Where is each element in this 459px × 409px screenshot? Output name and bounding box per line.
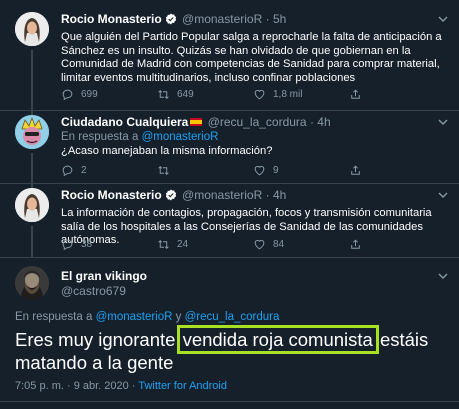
tweet-text: Que alguién del Partido Popular salga a …	[61, 31, 442, 84]
share-button[interactable]	[349, 88, 369, 101]
tweet-header: Ciudadano Cualquiera @recu_la_cordura · …	[61, 115, 449, 130]
post-timestamp[interactable]: 7:05 p. m. · 9 abr. 2020 ·	[15, 380, 138, 392]
reply-count: 699	[81, 89, 98, 100]
reply-button[interactable]: 2	[61, 164, 157, 177]
timestamp[interactable]: 4h	[273, 188, 286, 202]
tweet-meta: 7:05 p. m. · 9 abr. 2020 · Twitter for A…	[15, 380, 227, 392]
mention-link[interactable]: @monasterioR	[96, 311, 173, 323]
highlighted-phrase: vendida roja comunista	[176, 325, 379, 354]
reply-prefix: En respuesta a	[15, 311, 93, 323]
client-source-link[interactable]: Twitter for Android	[138, 380, 227, 392]
display-name[interactable]: El gran vikingo	[61, 269, 147, 284]
display-name[interactable]: Rocio Monasterio	[61, 12, 162, 26]
avatar[interactable]	[15, 266, 49, 300]
share-icon	[351, 165, 360, 175]
like-button[interactable]: 9	[253, 164, 349, 177]
avatar[interactable]	[15, 188, 49, 222]
share-icon	[351, 89, 360, 99]
retweet-icon	[158, 166, 169, 175]
conversation-thread: Rocio Monasterio @monasterioR · 5h Que a…	[0, 0, 459, 409]
display-name[interactable]: Rocio Monasterio	[61, 188, 162, 202]
timestamp[interactable]: 4h	[317, 115, 330, 129]
tweet-header: Rocio Monasterio @monasterioR · 5h	[61, 12, 449, 29]
reply-button[interactable]: 699	[61, 88, 157, 101]
separator: ·	[309, 115, 314, 129]
username[interactable]: @recu_la_cordura	[208, 115, 307, 129]
username[interactable]: @castro679	[61, 284, 147, 299]
tweet-actions: 38 24 84	[61, 238, 369, 251]
heart-icon	[254, 89, 265, 100]
retweet-count: 24	[177, 239, 189, 250]
avatar[interactable]	[15, 12, 49, 46]
reply-icon	[62, 165, 73, 177]
chevron-down-icon[interactable]	[437, 13, 449, 25]
retweet-button[interactable]	[157, 164, 253, 177]
thread-line	[31, 50, 33, 114]
heart-icon	[254, 239, 265, 250]
mention-link[interactable]: @monasterioR	[142, 131, 219, 143]
main-author: El gran vikingo @castro679	[61, 269, 147, 299]
tweet-actions: 2 9	[61, 164, 369, 177]
heart-icon	[254, 165, 265, 176]
tweet-header: Rocio Monasterio @monasterioR · 4h	[61, 188, 449, 205]
reply-joiner: y	[175, 311, 182, 323]
retweet-icon	[158, 240, 169, 249]
reply-count: 2	[81, 165, 87, 176]
text-part: Eres muy ignorante	[15, 329, 181, 350]
like-count: 84	[273, 239, 285, 250]
reply-icon	[62, 89, 73, 101]
divider	[0, 401, 459, 402]
tweet-actions: 699 649 1,8 mil	[61, 88, 369, 101]
like-count: 9	[273, 165, 279, 176]
reply-context: En respuesta a @monasterioR	[61, 130, 449, 144]
share-button[interactable]	[349, 164, 369, 177]
reply-count: 38	[81, 239, 93, 250]
reply-button[interactable]: 38	[61, 238, 157, 251]
tweet-2[interactable]: Ciudadano Cualquiera @recu_la_cordura · …	[0, 110, 459, 184]
timestamp[interactable]: 5h	[273, 12, 286, 26]
main-tweet: El gran vikingo @castro679 En respuesta …	[0, 258, 459, 409]
tweet-1[interactable]: Rocio Monasterio @monasterioR · 5h Que a…	[0, 0, 459, 114]
spain-flag-icon	[190, 118, 203, 126]
reply-icon	[62, 239, 73, 251]
tweet-text: ¿Acaso manejaban la misma información?	[61, 145, 273, 157]
tweet-text: Eres muy ignorante vendida roja comunist…	[15, 325, 445, 374]
share-icon	[351, 239, 360, 249]
thread-line	[31, 226, 33, 258]
like-count: 1,8 mil	[273, 89, 303, 100]
chevron-down-icon[interactable]	[437, 189, 449, 201]
chevron-down-icon[interactable]	[437, 116, 449, 128]
tweet-3[interactable]: Rocio Monasterio @monasterioR · 4h La in…	[0, 183, 459, 258]
share-button[interactable]	[349, 238, 369, 251]
retweet-button[interactable]: 24	[157, 238, 253, 251]
retweet-icon	[158, 90, 169, 99]
verified-badge-icon	[165, 189, 177, 205]
username[interactable]: @monasterioR	[182, 188, 262, 202]
chevron-down-icon[interactable]	[437, 270, 449, 282]
separator: ·	[265, 12, 270, 26]
avatar[interactable]	[15, 115, 49, 149]
reply-context: En respuesta a @monasterioR y @recu_la_c…	[15, 310, 279, 324]
separator: ·	[265, 188, 270, 202]
like-button[interactable]: 1,8 mil	[253, 88, 349, 101]
mention-link[interactable]: @recu_la_cordura	[185, 311, 280, 323]
thread-line	[31, 153, 33, 184]
username[interactable]: @monasterioR	[182, 12, 262, 26]
like-button[interactable]: 84	[253, 238, 349, 251]
retweet-button[interactable]: 649	[157, 88, 253, 101]
retweet-count: 649	[177, 89, 194, 100]
verified-badge-icon	[165, 13, 177, 29]
reply-prefix: En respuesta a	[61, 131, 139, 143]
display-name[interactable]: Ciudadano Cualquiera	[61, 115, 188, 129]
